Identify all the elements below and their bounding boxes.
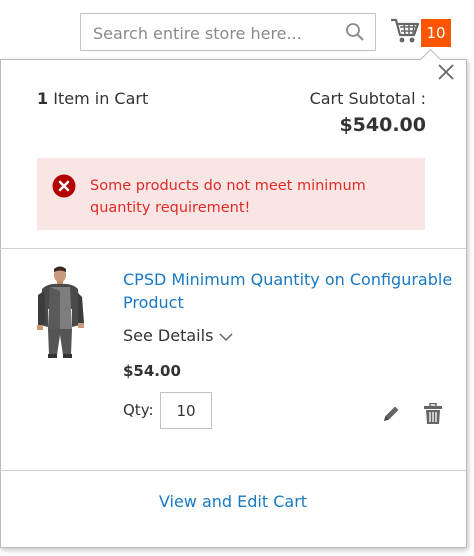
search-input[interactable] [91, 15, 345, 51]
items-count-label: Item in Cart [53, 89, 149, 108]
divider [0, 470, 466, 471]
see-details-label: See Details [123, 326, 214, 345]
see-details-toggle[interactable]: See Details [123, 326, 233, 345]
qty-label: Qty: [123, 401, 154, 419]
search-box[interactable] [80, 13, 376, 51]
cart-icon[interactable] [390, 17, 420, 45]
error-message-text: Some products do not meet minimum quanti… [90, 178, 366, 216]
divider [0, 248, 466, 249]
trash-icon[interactable] [423, 403, 443, 425]
qty-input[interactable] [160, 392, 212, 429]
product-name-link[interactable]: CPSD Minimum Quantity on Configurable Pr… [123, 268, 453, 314]
view-edit-cart-link[interactable]: View and Edit Cart [0, 492, 466, 511]
error-message: Some products do not meet minimum quanti… [37, 158, 425, 230]
error-icon [52, 174, 76, 198]
subtotal-amount: $540.00 [339, 114, 426, 136]
close-icon[interactable] [436, 62, 456, 82]
product-price: $54.00 [123, 362, 181, 380]
search-icon[interactable] [345, 22, 365, 42]
cart-items-count: 1 Item in Cart [37, 89, 148, 108]
product-image[interactable] [28, 265, 88, 359]
items-count-number: 1 [37, 89, 49, 108]
edit-icon[interactable] [381, 404, 401, 424]
subtotal-label: Cart Subtotal : [309, 89, 426, 108]
chevron-down-icon [219, 332, 233, 341]
cart-count-badge[interactable]: 10 [421, 19, 451, 47]
